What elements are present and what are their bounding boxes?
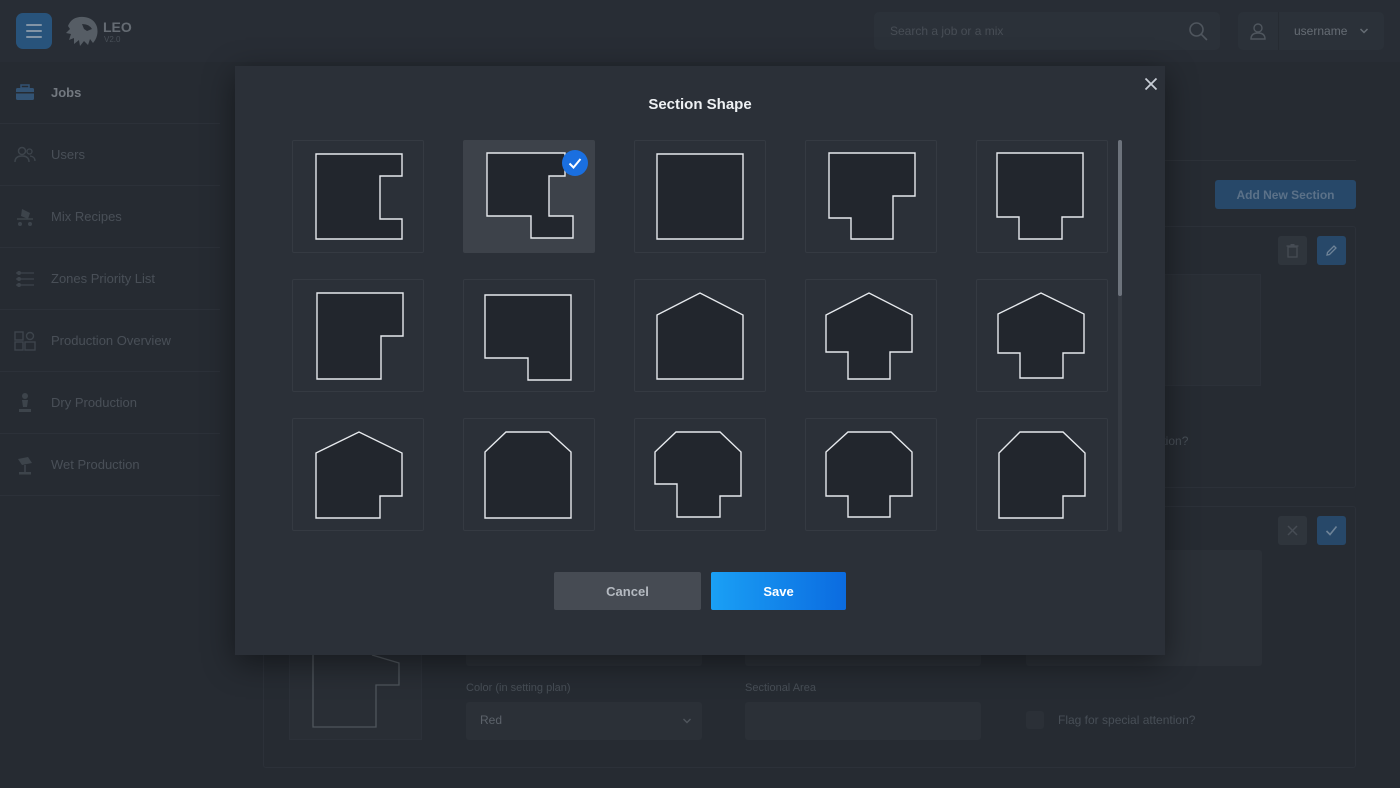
shape-option[interactable] xyxy=(805,418,937,531)
shape-square xyxy=(656,153,744,240)
shape-octagon-wings-offset xyxy=(654,431,742,518)
shape-option[interactable] xyxy=(634,279,766,392)
shape-option[interactable] xyxy=(976,140,1108,253)
shape-house xyxy=(656,292,744,380)
shape-option[interactable] xyxy=(292,279,424,392)
shape-octagon-wings xyxy=(825,431,913,518)
shape-octagon-notch xyxy=(998,431,1086,519)
shape-t-bottom-right-offset xyxy=(828,152,916,240)
selected-check-icon xyxy=(562,150,588,176)
save-button[interactable]: Save xyxy=(711,572,846,610)
shape-house-wings-offset xyxy=(825,292,913,380)
shape-option[interactable] xyxy=(634,418,766,531)
shape-house-wings xyxy=(997,292,1085,379)
shape-option[interactable] xyxy=(805,279,937,392)
shape-option[interactable] xyxy=(292,140,424,253)
shape-t-bottom-center xyxy=(996,152,1084,240)
shape-option[interactable] xyxy=(976,418,1108,531)
close-icon[interactable] xyxy=(1144,77,1158,91)
shape-house-notch xyxy=(315,431,403,519)
scrollbar-thumb[interactable] xyxy=(1118,140,1122,296)
shape-octagon-top xyxy=(484,431,572,519)
shape-notch-right xyxy=(315,153,403,240)
shape-option[interactable] xyxy=(976,279,1108,392)
shape-option[interactable] xyxy=(463,140,595,253)
modal-title: Section Shape xyxy=(648,96,752,113)
shape-l-corner-bottom xyxy=(484,294,572,381)
cancel-button[interactable]: Cancel xyxy=(554,572,701,610)
shape-option[interactable] xyxy=(463,279,595,392)
shape-grid-scrollbar[interactable] xyxy=(1118,140,1122,532)
shape-l-corner-right xyxy=(316,292,404,380)
shape-option[interactable] xyxy=(805,140,937,253)
shape-option[interactable] xyxy=(634,140,766,253)
section-shape-modal: Section Shape Cancel Save xyxy=(235,66,1165,655)
shape-grid xyxy=(292,140,1112,532)
shape-option[interactable] xyxy=(463,418,595,531)
shape-option[interactable] xyxy=(292,418,424,531)
